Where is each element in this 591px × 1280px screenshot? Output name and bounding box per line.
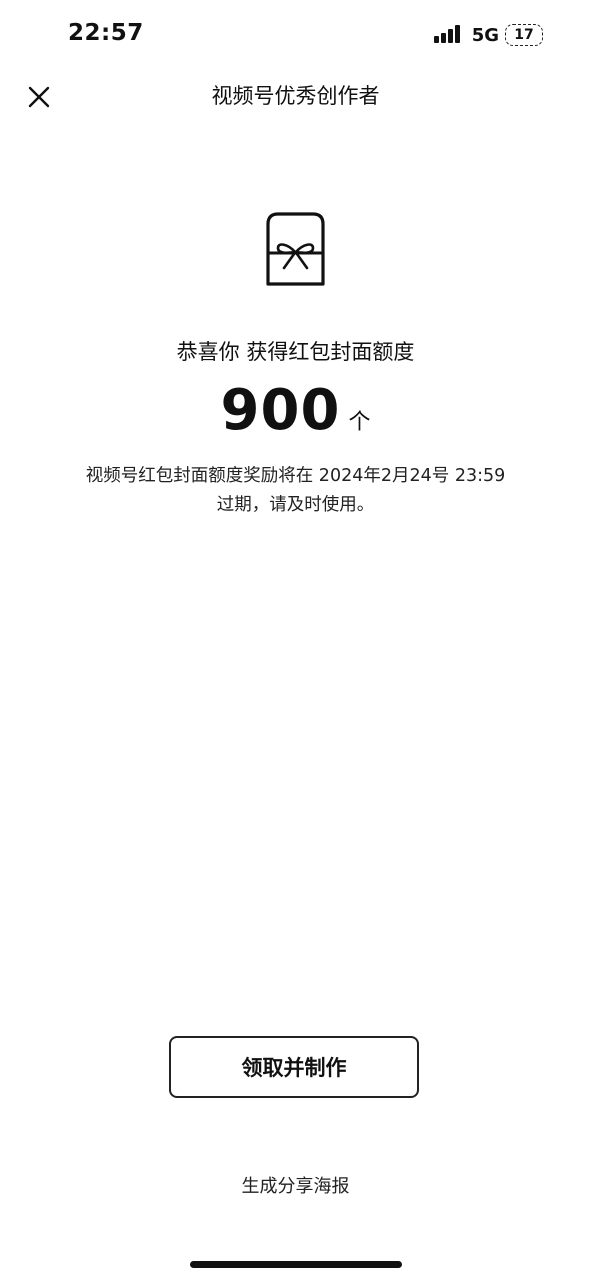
signal-icon [433,25,466,45]
network-label: 5G [471,24,499,46]
status-indicators: 5G 17 [433,22,543,48]
amount-unit: 个 [348,410,371,435]
red-envelope-gift-icon [266,212,325,286]
amount-row: 900 个 [0,378,591,443]
claim-and-create-button[interactable]: 领取并制作 [169,1036,419,1098]
generate-share-poster-link[interactable]: 生成分享海报 [0,1172,591,1198]
status-time: 22:57 [68,20,144,46]
congrats-text: 恭喜你 获得红包封面额度 [176,340,415,364]
battery-icon: 17 [505,24,543,46]
amount-value: 900 [220,378,341,443]
page-title: 视频号优秀创作者 [211,84,380,108]
status-bar: 22:57 5G 17 [0,0,591,70]
home-indicator[interactable] [190,1261,402,1268]
expiry-notice-line-2: 过期，请及时使用。 [216,495,375,515]
expiry-notice: 视频号红包封面额度奖励将在 2024年2月24号 23:59 过期，请及时使用。 [30,462,561,520]
expiry-notice-line-1: 视频号红包封面额度奖励将在 2024年2月24号 23:59 [85,466,506,486]
nav-bar: 视频号优秀创作者 [0,72,591,122]
